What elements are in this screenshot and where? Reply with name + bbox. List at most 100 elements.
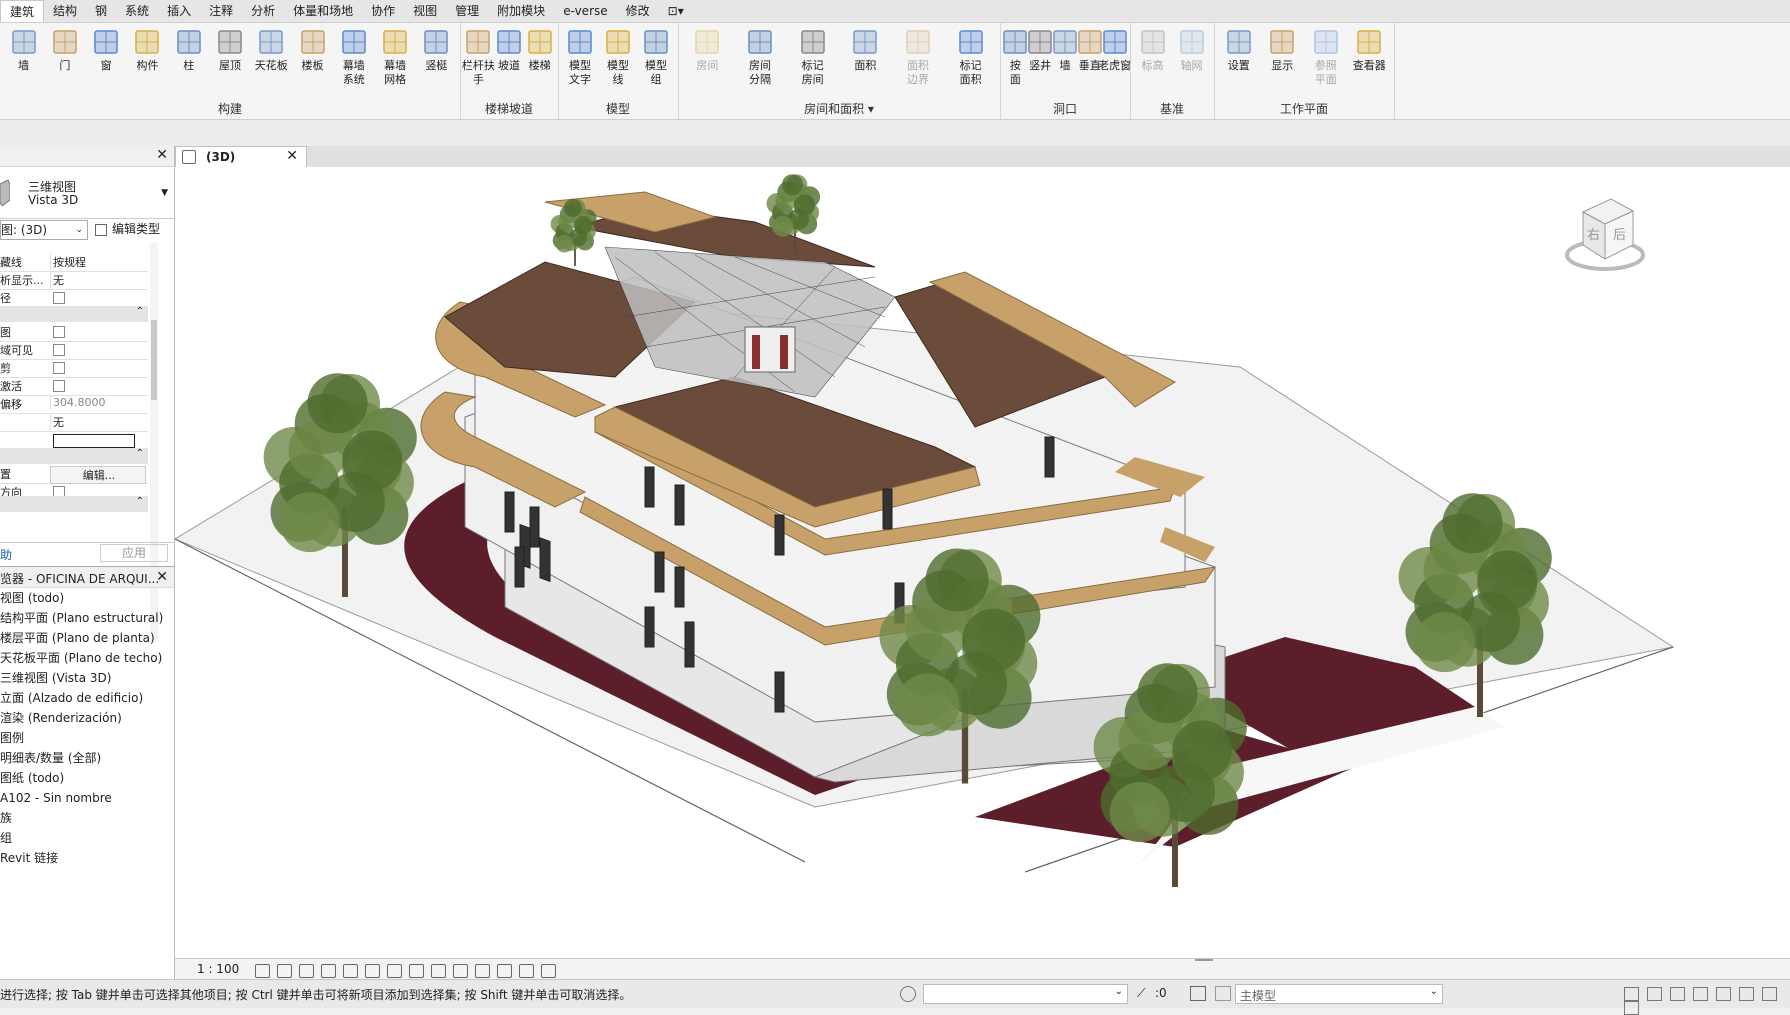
- selection-toggle-icon[interactable]: [1670, 986, 1685, 1001]
- ribbon-tab-9[interactable]: 视图: [404, 0, 446, 22]
- view-control-icon[interactable]: [541, 963, 556, 978]
- property-row[interactable]: 径: [0, 288, 148, 308]
- property-checkbox[interactable]: [53, 344, 65, 356]
- ribbon-tool-1-2[interactable]: 楼梯: [521, 27, 559, 73]
- view-control-icon[interactable]: [409, 963, 424, 978]
- property-checkbox[interactable]: [53, 380, 65, 392]
- browser-tree-item[interactable]: 三维视图 (Vista 3D): [0, 668, 174, 688]
- view-scale[interactable]: 1 : 100: [197, 962, 239, 976]
- ribbon-tab-12[interactable]: e-verse: [554, 0, 616, 22]
- filter-icon[interactable]: ⟋: [1137, 986, 1145, 1001]
- workset-dropdown[interactable]: ⌄: [923, 984, 1128, 1004]
- selection-toggle-icon[interactable]: [1624, 1001, 1639, 1015]
- worksets-icon[interactable]: [900, 986, 916, 1002]
- ribbon-tool-3-2[interactable]: 标记 房间: [794, 27, 832, 87]
- view-control-icon[interactable]: [299, 963, 314, 978]
- view-control-icon[interactable]: [387, 963, 402, 978]
- browser-tree-item[interactable]: 图纸 (todo): [0, 768, 174, 788]
- browser-tree-item[interactable]: 天花板平面 (Plano de techo): [0, 648, 174, 668]
- property-row[interactable]: 图: [0, 322, 148, 342]
- property-section-header[interactable]: ⌃: [0, 496, 148, 512]
- edit-type-button[interactable]: 编辑类型: [95, 220, 171, 238]
- ribbon-tool-4-4[interactable]: 老虎窗: [1096, 27, 1134, 73]
- ribbon-tab-6[interactable]: 分析: [242, 0, 284, 22]
- property-row[interactable]: 偏移 304.8000: [0, 394, 148, 414]
- selection-toggle-icon[interactable]: [1693, 986, 1708, 1001]
- browser-tree-item[interactable]: A102 - Sin nombre: [0, 788, 174, 808]
- property-checkbox[interactable]: [53, 292, 65, 304]
- view-control-icon[interactable]: [497, 963, 512, 978]
- view-control-icon[interactable]: [277, 963, 292, 978]
- ribbon-tool-3-1[interactable]: 房间 分隔: [741, 27, 779, 87]
- design-options-icon[interactable]: [1190, 986, 1206, 1001]
- ribbon-tool-3-3[interactable]: 面积: [846, 27, 884, 73]
- property-section-header[interactable]: ⌃: [0, 448, 148, 464]
- property-row[interactable]: 析显示... 无: [0, 270, 148, 290]
- view-tab-3d[interactable]: (3D) ✕: [175, 146, 307, 168]
- ribbon-tool-2-2[interactable]: 模型 组: [637, 27, 675, 87]
- ribbon-tab-11[interactable]: 附加模块: [488, 0, 554, 22]
- ribbon-tool-0-0[interactable]: 墙: [5, 27, 43, 73]
- ribbon-tool-0-1[interactable]: 门: [46, 27, 84, 73]
- property-row[interactable]: 激活: [0, 376, 148, 396]
- property-row[interactable]: 置编辑...: [0, 464, 148, 484]
- ribbon-tool-2-1[interactable]: 模型 线: [599, 27, 637, 87]
- property-row[interactable]: [0, 430, 148, 450]
- ribbon-tab-4[interactable]: 插入: [158, 0, 200, 22]
- 3d-viewport[interactable]: 右 后: [173, 167, 1790, 958]
- properties-help-link[interactable]: 助: [0, 546, 12, 563]
- editing-requests-icon[interactable]: [1215, 986, 1231, 1001]
- ribbon-tool-0-4[interactable]: 柱: [170, 27, 208, 73]
- ribbon-tool-0-6[interactable]: 天花板: [252, 27, 290, 73]
- selection-toggle-icon[interactable]: [1647, 986, 1662, 1001]
- browser-tree-item[interactable]: 楼层平面 (Plano de planta): [0, 628, 174, 648]
- ribbon-tool-6-1[interactable]: 显示: [1263, 27, 1301, 73]
- view-control-icon[interactable]: [255, 963, 270, 978]
- view-instance-selector[interactable]: 图: (3D) ⌄: [0, 220, 88, 240]
- view-control-icon[interactable]: [475, 963, 490, 978]
- ribbon-tab-14[interactable]: ⊡▾: [659, 0, 693, 22]
- view-control-icon[interactable]: [519, 963, 534, 978]
- selection-toggle-icon[interactable]: [1762, 986, 1777, 1001]
- ribbon-tab-2[interactable]: 钢: [86, 0, 116, 22]
- ribbon-tool-2-0[interactable]: 模型 文字: [561, 27, 599, 87]
- ribbon-tool-6-2[interactable]: 参照 平面: [1307, 27, 1345, 87]
- horizontal-scrollbar[interactable]: [1195, 959, 1213, 961]
- browser-tree-item[interactable]: 组: [0, 828, 174, 848]
- ribbon-tool-0-10[interactable]: 竖梃: [417, 27, 455, 73]
- browser-tree-item[interactable]: 立面 (Alzado de edificio): [0, 688, 174, 708]
- ribbon-tool-0-5[interactable]: 屋顶: [211, 27, 249, 73]
- ribbon-tool-0-2[interactable]: 窗: [87, 27, 125, 73]
- browser-tree-item[interactable]: Revit 链接: [0, 848, 174, 868]
- ribbon-tool-3-5[interactable]: 标记 面积: [952, 27, 990, 87]
- ribbon-tab-7[interactable]: 体量和场地: [284, 0, 362, 22]
- view-control-icon[interactable]: [321, 963, 336, 978]
- ribbon-tab-0[interactable]: 建筑: [0, 0, 45, 22]
- ribbon-tab-10[interactable]: 管理: [446, 0, 488, 22]
- property-row[interactable]: 域可见: [0, 340, 148, 360]
- ribbon-tab-3[interactable]: 系统: [116, 0, 158, 22]
- ribbon-tab-5[interactable]: 注释: [200, 0, 242, 22]
- ribbon-tab-8[interactable]: 协作: [362, 0, 404, 22]
- browser-tree-item[interactable]: 族: [0, 808, 174, 828]
- collapse-icon[interactable]: ⌃: [136, 496, 144, 507]
- ribbon-tool-3-4[interactable]: 面积 边界: [899, 27, 937, 87]
- selection-toggle-icon[interactable]: [1624, 986, 1639, 1001]
- ribbon-tab-1[interactable]: 结构: [44, 0, 86, 22]
- type-selector[interactable]: 三维视图 Vista 3D ▼: [0, 166, 174, 219]
- ribbon-tool-0-8[interactable]: 幕墙 系统: [335, 27, 373, 87]
- ribbon-tool-6-3[interactable]: 查看器: [1350, 27, 1388, 73]
- property-checkbox[interactable]: [53, 326, 65, 338]
- property-row[interactable]: 无: [0, 412, 148, 432]
- property-row[interactable]: 藏线 按规程: [0, 252, 148, 272]
- view-control-icon[interactable]: [453, 963, 468, 978]
- selection-toggle-icon[interactable]: [1739, 986, 1754, 1001]
- apply-button[interactable]: 应用: [100, 544, 168, 562]
- collapse-icon[interactable]: ⌃: [136, 306, 144, 317]
- browser-tree-item[interactable]: 视图 (todo): [0, 588, 174, 608]
- view-control-icon[interactable]: [431, 963, 446, 978]
- ribbon-tool-5-0[interactable]: 标高: [1134, 27, 1172, 73]
- browser-tree-item[interactable]: 明细表/数量 (全部): [0, 748, 174, 768]
- browser-tree-item[interactable]: 渲染 (Renderización): [0, 708, 174, 728]
- property-row[interactable]: 剪: [0, 358, 148, 378]
